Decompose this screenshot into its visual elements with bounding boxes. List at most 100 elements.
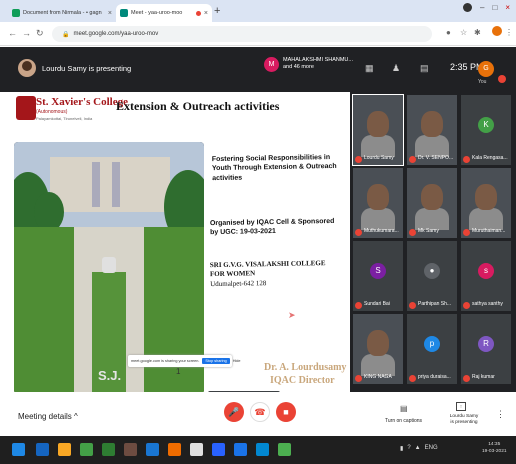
close-tab-icon[interactable]: × (108, 10, 112, 17)
network-icon[interactable]: ▲ (415, 445, 421, 452)
tab-label: Meet - yaa-uroo-moo (131, 10, 183, 16)
chevron-up-icon: ^ (74, 412, 78, 421)
captions-button[interactable]: Turn on captions (385, 418, 422, 424)
edge-icon[interactable] (36, 443, 49, 456)
participant-tile[interactable]: R Raj kumar (461, 314, 511, 384)
mic-off-icon (463, 375, 470, 382)
signature-name: Dr. A. Lourdusamy (264, 362, 347, 373)
participant-name: Mk Samy (418, 228, 439, 234)
word-icon[interactable] (234, 443, 247, 456)
taskbar-clock[interactable]: 14:35 19-03-2021 (482, 442, 507, 455)
self-avatar: G (478, 61, 494, 77)
slide-description: Fostering Social Responsibilities in You… (211, 154, 337, 182)
mic-off-icon (355, 302, 362, 309)
present-icon[interactable]: ↑ (456, 402, 466, 411)
window-controls: – □ × (463, 3, 510, 12)
camera-off-button[interactable]: ■ (276, 402, 296, 422)
close-tab-icon[interactable]: × (204, 10, 208, 17)
chrome-icon[interactable] (190, 443, 203, 456)
leave-call-button[interactable]: ☎ (250, 402, 270, 422)
meet-favicon-icon (120, 9, 128, 17)
app-icon[interactable] (256, 443, 269, 456)
college-name: St. Xavier's College (36, 96, 128, 108)
college-location: Palayamkottai, Tirunelveli, India (36, 116, 93, 121)
app-icon[interactable] (80, 443, 93, 456)
mic-off-icon (355, 229, 362, 236)
meeting-details-button[interactable]: Meeting details ^ (18, 412, 78, 421)
slide-title: Extension & Outreach activities (116, 99, 280, 113)
url-field[interactable]: 🔒 meet.google.com/yaa-uroo-mov (52, 26, 432, 42)
participant-tile[interactable]: Lourdu Samy (352, 94, 404, 166)
maximize-button[interactable]: □ (492, 3, 497, 12)
college-logo (16, 96, 36, 120)
file-explorer-icon[interactable] (58, 443, 71, 456)
stop-sharing-button[interactable]: Stop sharing (202, 358, 230, 364)
avatar: ● (424, 263, 440, 279)
windows-taskbar: ▮ ? ▲ ENG 14:35 19-03-2021 (0, 436, 516, 464)
help-icon[interactable]: ? (407, 445, 410, 452)
extensions-icon[interactable]: ✱ (474, 28, 481, 37)
participant-tile[interactable]: s sathya santhy (461, 241, 511, 311)
menu-icon[interactable]: ⋮ (505, 28, 513, 37)
signature-title: IQAC Director (270, 375, 335, 386)
new-tab-button[interactable]: + (214, 5, 220, 17)
participant-name: Dr. V. SENPO... (418, 155, 454, 161)
forward-icon[interactable]: → (22, 28, 31, 38)
presenting-label: Lourdu Samy is presenting (42, 64, 132, 73)
captions-icon[interactable]: ▤ (400, 404, 408, 413)
reload-icon[interactable]: ↻ (36, 28, 44, 39)
address-bar-row: ← → ↻ 🔒 meet.google.com/yaa-uroo-mov ● ☆… (0, 22, 516, 46)
mic-off-icon (463, 156, 470, 163)
video-feed (361, 208, 395, 230)
app-icon[interactable] (124, 443, 137, 456)
video-feed-face (367, 330, 389, 356)
app-icon[interactable] (102, 443, 115, 456)
docs-favicon-icon (12, 9, 20, 17)
participant-tile[interactable]: Muruthaiman... (461, 168, 511, 238)
app-icon[interactable] (212, 443, 225, 456)
minimize-button[interactable]: – (480, 3, 484, 12)
tab-meet[interactable]: Meet - yaa-uroo-moo × (116, 4, 212, 22)
app-icon[interactable] (146, 443, 159, 456)
participant-tile[interactable]: KING NAGA (353, 314, 403, 384)
participant-tile[interactable]: S Sundari Bai (353, 241, 403, 311)
participant-name: Muthukumara... (364, 228, 399, 234)
input-language[interactable]: ENG (425, 445, 438, 452)
app-icon[interactable] (278, 443, 291, 456)
app-icon[interactable] (168, 443, 181, 456)
avatar: p (424, 336, 440, 352)
participant-tile[interactable]: p priya duraisa... (407, 314, 457, 384)
participant-tile[interactable]: Muthukumara... (353, 168, 403, 238)
account-icon[interactable] (463, 3, 473, 12)
mic-off-icon (409, 156, 416, 163)
mic-off-icon (409, 229, 416, 236)
profile-avatar[interactable] (492, 26, 502, 36)
video-feed (415, 208, 449, 230)
url-text: meet.google.com/yaa-uroo-mov (73, 31, 159, 37)
participant-tile[interactable]: K Kala Rengasa... (461, 95, 511, 165)
other-presenter-chip[interactable]: M MAHALAKSHMI SHANMU... and 46 more (264, 57, 358, 82)
participant-tile[interactable]: Mk Samy (407, 168, 457, 238)
chat-icon[interactable]: ▤ (420, 63, 429, 74)
start-icon[interactable] (12, 443, 25, 456)
bookmark-star-icon[interactable]: ☆ (460, 28, 467, 37)
video-feed-face (475, 184, 497, 210)
battery-icon[interactable]: ▮ (400, 445, 403, 452)
people-icon[interactable]: ♟ (392, 63, 400, 74)
participant-tile[interactable]: Dr. V. SENPO... (407, 95, 457, 165)
camera-icon[interactable]: ● (446, 28, 451, 37)
tab-document[interactable]: Document from Nirmala - • gagn × (8, 4, 116, 22)
back-icon[interactable]: ← (8, 28, 17, 38)
presenting-status[interactable]: Lourdu Samy is presenting (444, 414, 484, 426)
layout-icon[interactable]: ▦ (365, 63, 374, 74)
participant-tile[interactable]: ● Parthipan Sh... (407, 241, 457, 311)
more-options-button[interactable]: ⋮ (496, 409, 505, 420)
avatar: K (478, 117, 494, 133)
mic-off-button[interactable]: 🎤 (224, 402, 244, 422)
close-window-button[interactable]: × (505, 3, 510, 12)
hide-button[interactable]: Hide (233, 359, 241, 363)
participant-name: Raj kumar (472, 374, 495, 380)
avatar: s (478, 263, 494, 279)
avatar: M (264, 57, 279, 72)
participant-name: Sundari Bai (364, 301, 390, 307)
